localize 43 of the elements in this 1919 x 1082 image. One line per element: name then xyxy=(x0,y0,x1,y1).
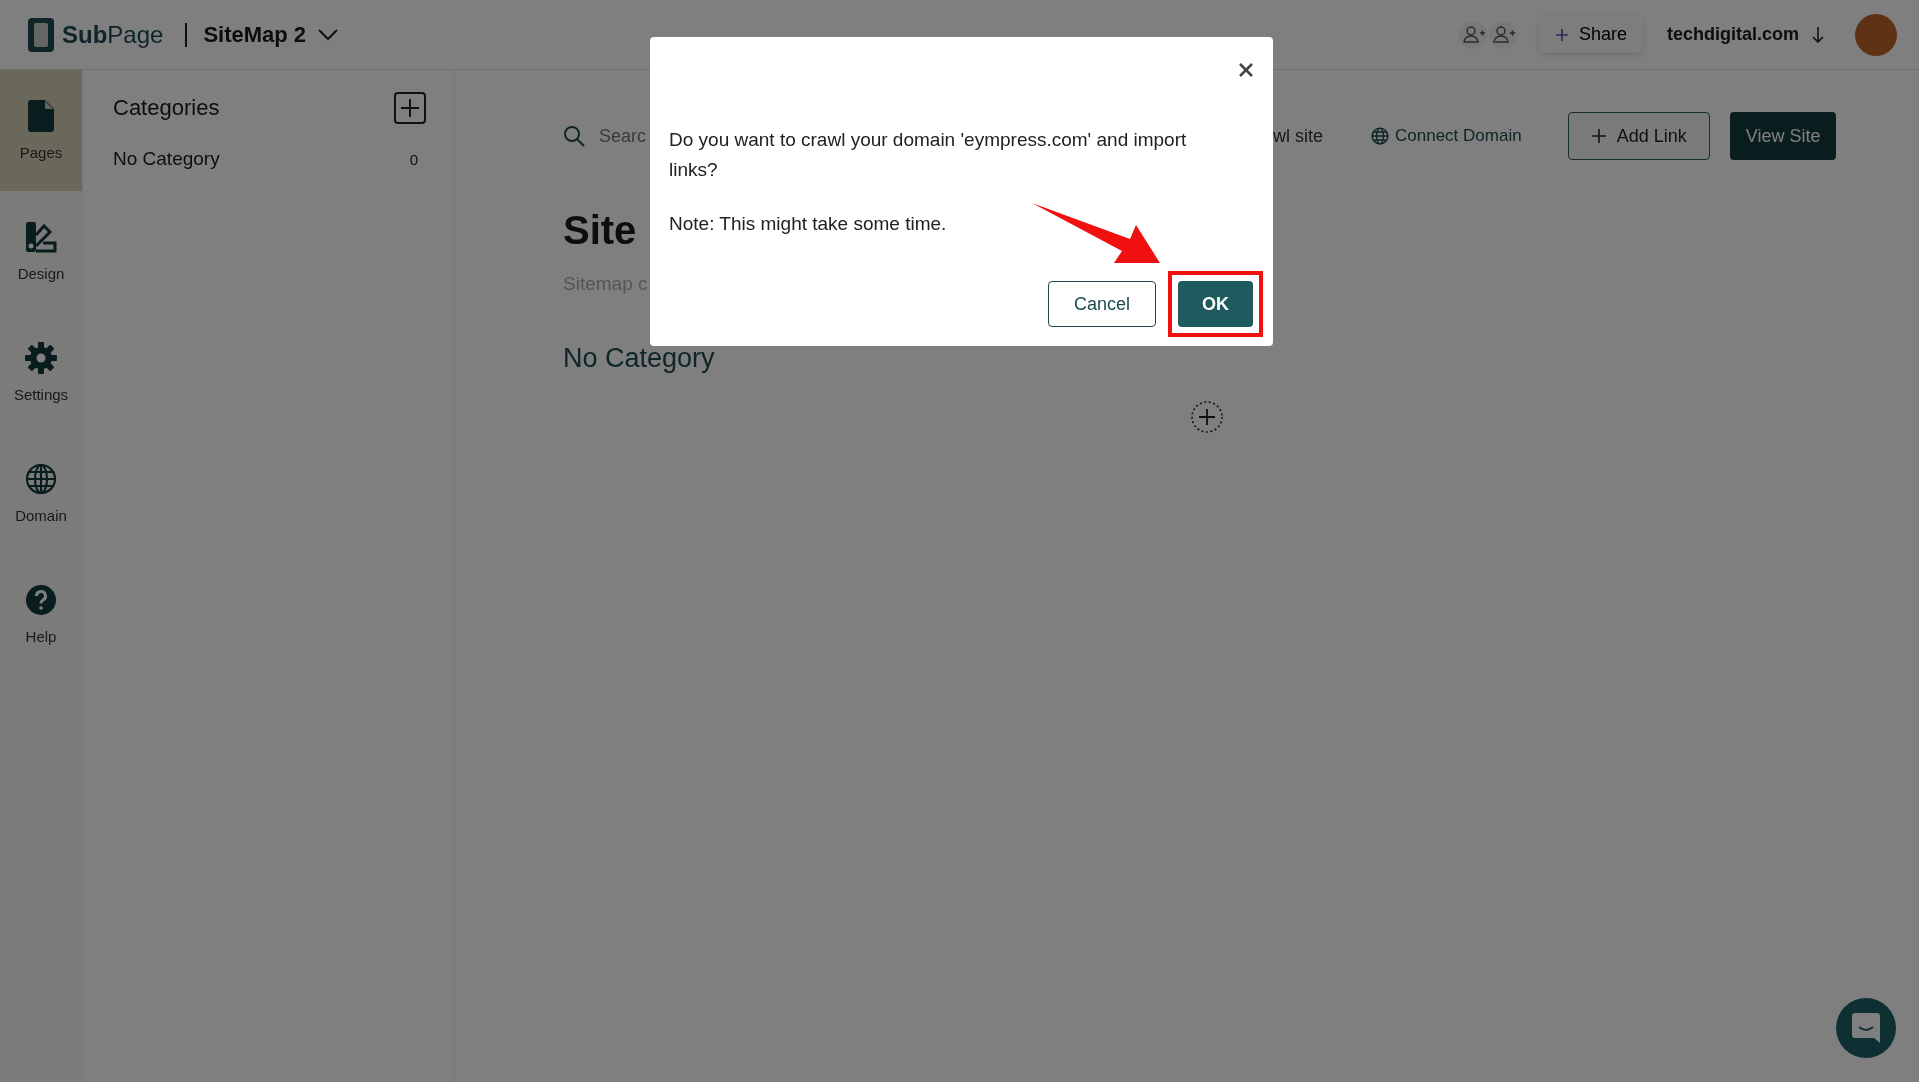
add-user-icon[interactable] xyxy=(1458,20,1487,49)
project-name[interactable]: SiteMap 2 xyxy=(203,21,307,48)
search-icon xyxy=(563,125,585,147)
plus-icon xyxy=(1590,128,1607,144)
add-link-button[interactable]: Add Link xyxy=(1567,112,1710,160)
plus-icon xyxy=(1554,27,1569,42)
chevron-down-icon[interactable] xyxy=(318,28,339,41)
sitemap-title: Site xyxy=(563,208,637,253)
connect-domain-button[interactable]: Connect Domain xyxy=(1365,125,1528,147)
document-icon xyxy=(28,100,54,132)
ok-button[interactable]: OK xyxy=(1178,281,1253,327)
globe-icon xyxy=(25,463,57,495)
app-logo: SubPage xyxy=(62,20,164,49)
nav-item[interactable]: Help xyxy=(0,554,82,675)
add-category-button[interactable] xyxy=(394,92,426,124)
swatch-icon xyxy=(25,221,57,253)
view-site-button[interactable]: View Site xyxy=(1729,112,1837,160)
cancel-button[interactable]: Cancel xyxy=(1047,281,1156,327)
nav-item[interactable]: Settings xyxy=(0,312,82,433)
settings-icon xyxy=(25,342,57,374)
avatar[interactable] xyxy=(1855,13,1897,56)
nav-item[interactable]: Pages xyxy=(0,70,82,191)
section-heading: No Category xyxy=(563,343,715,374)
add-circle-icon[interactable] xyxy=(1190,400,1224,434)
globe-icon xyxy=(1371,127,1389,145)
account-name[interactable]: techdigital.com xyxy=(1666,24,1799,45)
arrow-down-icon[interactable] xyxy=(1811,25,1825,44)
panel-title: Categories xyxy=(113,95,220,121)
dialog-message: Do you want to crawl your domain 'eympress.com' and import links? xyxy=(669,128,1188,182)
nav-item[interactable]: Domain xyxy=(0,433,82,554)
category-item[interactable]: No Category xyxy=(113,148,220,170)
crawl-site-link[interactable]: wl site xyxy=(1273,125,1323,147)
plus-icon xyxy=(400,98,420,118)
nav-item[interactable]: Design xyxy=(0,191,82,312)
chat-bubble-icon xyxy=(1852,1013,1880,1043)
share-button[interactable]: Share xyxy=(1538,16,1643,53)
search-field[interactable]: Searc xyxy=(597,124,661,148)
help-icon xyxy=(25,584,57,616)
dialog-note: Note: This might take some time. xyxy=(669,213,948,235)
logo-icon xyxy=(28,17,54,52)
add-user-icon[interactable] xyxy=(1488,20,1517,49)
category-count: 0 xyxy=(409,150,418,168)
chat-button[interactable] xyxy=(1836,998,1896,1058)
